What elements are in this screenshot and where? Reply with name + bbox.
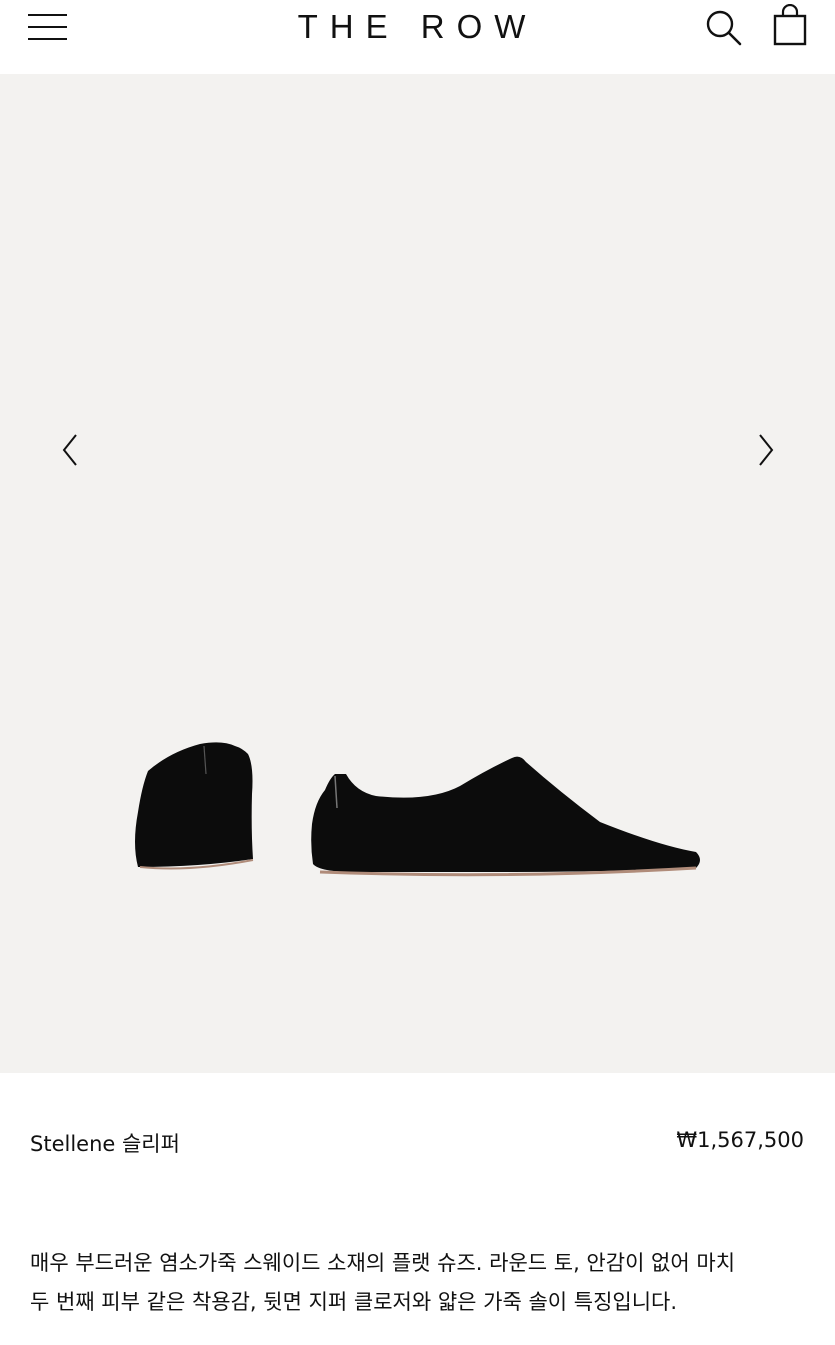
slipper-side-view	[311, 756, 700, 872]
search-icon	[706, 10, 742, 46]
product-name: Stellene 슬리퍼	[30, 1132, 180, 1156]
product-info-row: Stellene 슬리퍼 ₩1,567,500	[0, 1120, 835, 1160]
chevron-left-icon	[62, 434, 77, 466]
product-description: 매우 부드러운 염소가죽 스웨이드 소재의 플랫 슈즈. 라운드 토, 안감이 …	[30, 1244, 810, 1322]
description-line-2: 두 번째 피부 같은 착용감, 뒷면 지퍼 클로저와 얇은 가죽 솔이 특징입니…	[30, 1290, 678, 1314]
next-image-button[interactable]	[750, 430, 780, 470]
product-price: ₩1,567,500	[676, 1128, 804, 1152]
slipper-front-view	[135, 742, 253, 867]
chevron-right-icon	[759, 434, 774, 466]
search-button[interactable]	[704, 8, 744, 48]
product-image-gallery[interactable]	[0, 74, 835, 1073]
shopping-bag-icon	[773, 3, 807, 46]
site-header: THE ROW	[0, 0, 835, 74]
previous-image-button[interactable]	[56, 430, 86, 470]
description-line-1: 매우 부드러운 염소가죽 스웨이드 소재의 플랫 슈즈. 라운드 토, 안감이 …	[30, 1251, 736, 1275]
product-image-slippers	[135, 742, 700, 877]
cart-button[interactable]	[770, 3, 810, 48]
